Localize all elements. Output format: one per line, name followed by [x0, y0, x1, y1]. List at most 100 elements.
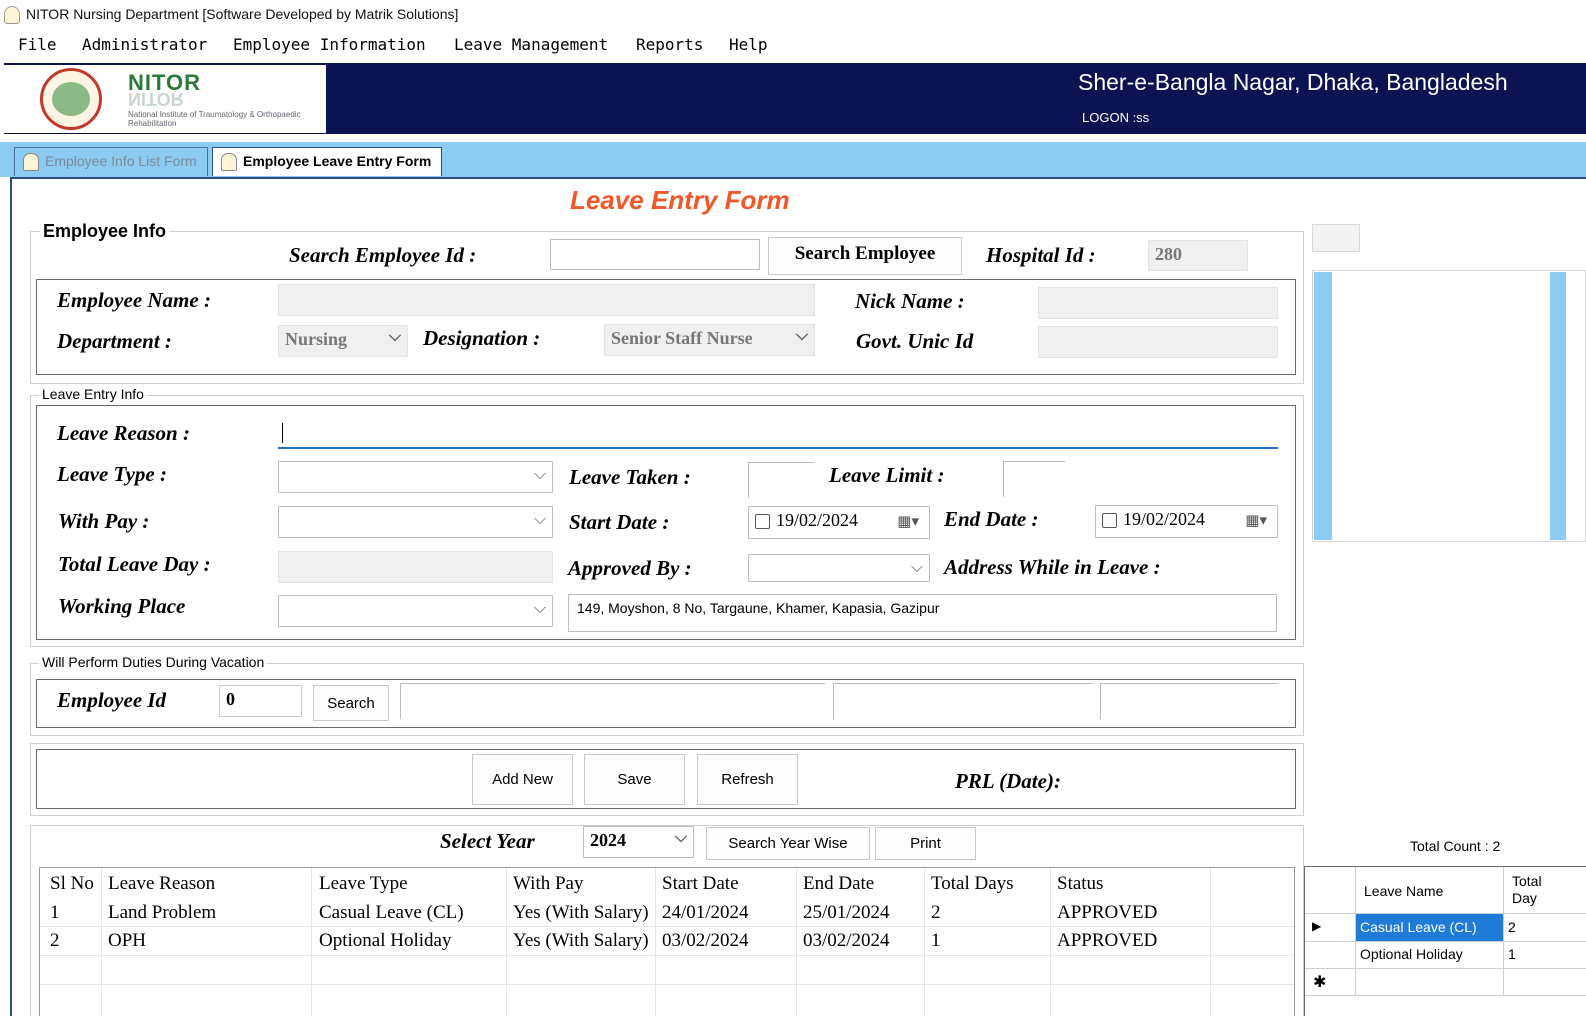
- menu-employee-information[interactable]: Employee Information: [233, 35, 426, 54]
- table-cell[interactable]: 03/02/2024: [803, 930, 890, 952]
- form-icon: [23, 153, 39, 171]
- menu-help[interactable]: Help: [729, 35, 768, 54]
- hospital-id-field[interactable]: 280: [1148, 240, 1248, 271]
- refresh-button[interactable]: Refresh: [697, 754, 798, 805]
- col-header-leave-name[interactable]: Leave Name: [1364, 883, 1443, 899]
- end-date-picker[interactable]: 19/02/2024 ▦▾: [1095, 505, 1278, 538]
- table-cell[interactable]: OPH: [108, 930, 146, 952]
- table-cell[interactable]: 1: [50, 902, 60, 924]
- print-button[interactable]: Print: [875, 827, 976, 860]
- duty-employee-name-field[interactable]: [400, 683, 825, 719]
- menu-file[interactable]: File: [18, 35, 57, 54]
- duty-search-button[interactable]: Search: [313, 685, 389, 721]
- row-divider: [1305, 941, 1586, 942]
- col-header-sl-no[interactable]: Sl No: [50, 873, 94, 895]
- total-count-label: Total Count : 2: [1410, 838, 1501, 854]
- end-date-checkbox[interactable]: [1102, 513, 1117, 529]
- table-cell[interactable]: Yes (With Salary): [513, 930, 649, 952]
- table-cell[interactable]: Casual Leave (CL): [1360, 919, 1477, 935]
- employee-name-label: Employee Name :: [57, 288, 211, 312]
- leave-taken-field[interactable]: [748, 462, 814, 498]
- app-icon: [4, 6, 20, 24]
- calendar-icon[interactable]: ▦▾: [897, 512, 919, 531]
- duty-employee-designation-field[interactable]: [833, 683, 1093, 719]
- col-header-leave-reason[interactable]: Leave Reason: [108, 873, 215, 895]
- total-leave-day-field[interactable]: [278, 551, 553, 583]
- address-input[interactable]: 149, Moyshon, 8 No, Targaune, Khamer, Ka…: [568, 594, 1277, 632]
- total-leave-day-label: Total Leave Day :: [58, 552, 211, 576]
- menu-reports[interactable]: Reports: [636, 35, 703, 54]
- leave-taken-label: Leave Taken :: [569, 465, 691, 489]
- table-cell[interactable]: Casual Leave (CL): [319, 902, 464, 924]
- col-header-total-days[interactable]: Total Days: [931, 873, 1014, 895]
- table-cell[interactable]: APPROVED: [1057, 902, 1157, 924]
- designation-label: Designation :: [423, 326, 541, 350]
- department-dropdown[interactable]: Nursing: [278, 325, 408, 357]
- working-place-dropdown[interactable]: [278, 595, 553, 627]
- nick-name-field[interactable]: [1038, 287, 1278, 319]
- start-date-value: 19/02/2024: [776, 510, 859, 530]
- menu-leave-management[interactable]: Leave Management: [454, 35, 608, 54]
- table-cell[interactable]: Land Problem: [108, 902, 216, 924]
- duty-employee-id-input[interactable]: 0: [219, 685, 302, 717]
- col-divider: [1210, 868, 1211, 1016]
- col-header-status[interactable]: Status: [1057, 873, 1103, 895]
- logon-user: LOGON :ss: [1082, 110, 1150, 125]
- approved-by-dropdown[interactable]: [748, 554, 930, 582]
- table-cell[interactable]: 24/01/2024: [662, 902, 749, 924]
- col-header-end-date[interactable]: End Date: [803, 873, 874, 895]
- photo-button[interactable]: [1312, 224, 1360, 252]
- table-cell[interactable]: Optional Holiday: [319, 930, 451, 952]
- department-label: Department :: [57, 329, 172, 353]
- start-date-picker[interactable]: 19/02/2024 ▦▾: [748, 506, 930, 539]
- table-cell[interactable]: APPROVED: [1057, 930, 1157, 952]
- leave-reason-input[interactable]: [278, 418, 1278, 449]
- leave-type-dropdown[interactable]: [278, 461, 553, 493]
- table-cell[interactable]: 1: [931, 930, 941, 952]
- table-cell[interactable]: 25/01/2024: [803, 902, 890, 924]
- approved-by-label: Approved By :: [568, 556, 692, 580]
- govt-id-label: Govt. Unic Id: [856, 329, 974, 353]
- start-date-label: Start Date :: [569, 510, 670, 534]
- save-button[interactable]: Save: [584, 754, 685, 805]
- table-cell[interactable]: 2: [50, 930, 60, 952]
- tab-employee-info-list[interactable]: Employee Info List Form: [14, 147, 208, 176]
- end-date-value: 19/02/2024: [1123, 509, 1206, 529]
- leave-limit-field[interactable]: [1003, 461, 1065, 497]
- col-divider: [655, 868, 656, 1016]
- tab-employee-leave-entry[interactable]: Employee Leave Entry Form: [212, 147, 443, 176]
- table-cell[interactable]: 2: [931, 902, 941, 924]
- table-cell[interactable]: 1: [1508, 946, 1516, 962]
- header-location: Sher-e-Bangla Nagar, Dhaka, Bangladesh: [1078, 69, 1508, 95]
- start-date-checkbox[interactable]: [755, 514, 770, 530]
- form-title: Leave Entry Form: [570, 185, 790, 215]
- col-header-start-date[interactable]: Start Date: [662, 873, 739, 895]
- add-new-button[interactable]: Add New: [472, 754, 573, 805]
- seal-emblem: [52, 82, 90, 116]
- select-year-dropdown[interactable]: 2024: [583, 826, 694, 858]
- search-employee-input[interactable]: [550, 239, 760, 270]
- search-year-wise-button[interactable]: Search Year Wise: [706, 827, 870, 860]
- with-pay-dropdown[interactable]: [278, 506, 553, 538]
- department-value: Nursing: [285, 329, 348, 349]
- col-header-leave-type[interactable]: Leave Type: [319, 873, 408, 895]
- designation-value: Senior Staff Nurse: [611, 328, 753, 348]
- duty-employee-extra-field[interactable]: [1100, 683, 1278, 719]
- duty-employee-id-label: Employee Id: [57, 688, 167, 712]
- table-cell[interactable]: Optional Holiday: [1360, 946, 1463, 962]
- col-header-total-day[interactable]: Total Day: [1512, 873, 1552, 907]
- designation-dropdown[interactable]: Senior Staff Nurse: [604, 324, 815, 356]
- search-employee-button[interactable]: Search Employee: [768, 237, 962, 275]
- table-cell[interactable]: 2: [1508, 919, 1516, 935]
- calendar-icon[interactable]: ▦▾: [1245, 511, 1267, 530]
- govt-id-field[interactable]: [1038, 326, 1278, 358]
- table-cell[interactable]: 03/02/2024: [662, 930, 749, 952]
- employee-photo-box: [1312, 270, 1586, 542]
- col-divider: [924, 868, 925, 1016]
- employee-name-field[interactable]: [278, 284, 815, 316]
- prl-date-label: PRL (Date):: [955, 769, 1061, 793]
- address-label: Address While in Leave :: [944, 555, 1161, 579]
- col-header-with-pay[interactable]: With Pay: [513, 873, 583, 895]
- table-cell[interactable]: Yes (With Salary): [513, 902, 649, 924]
- menu-administrator[interactable]: Administrator: [82, 35, 207, 54]
